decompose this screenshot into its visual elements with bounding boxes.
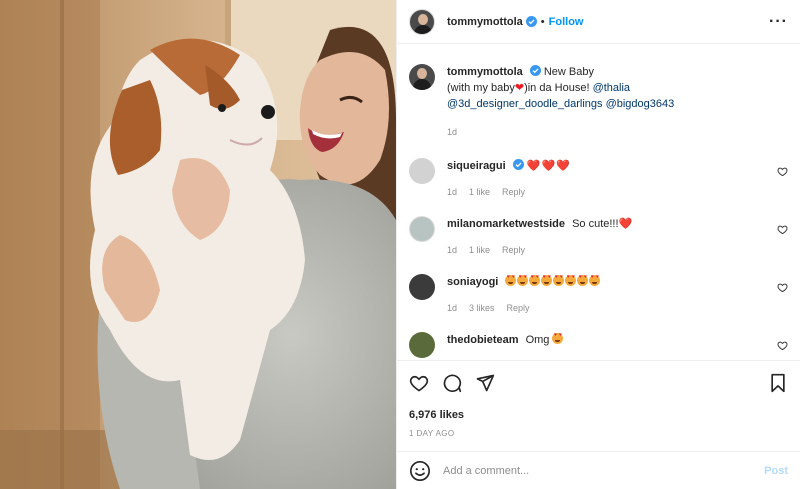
- heart-emoji-icon: ❤️: [618, 217, 634, 230]
- add-comment-bar: Post: [397, 451, 800, 489]
- emoji-picker-icon[interactable]: [409, 460, 431, 482]
- caption: tommymottola New Baby (with my baby❤)in …: [409, 64, 788, 140]
- comment-username[interactable]: siqueiragui: [447, 160, 506, 172]
- reply-button[interactable]: Reply: [502, 184, 525, 200]
- heart-eyes-emoji-icon: [541, 275, 553, 286]
- comment-item: siqueiragui ❤️❤️❤️ 1d 1 like Reply: [409, 158, 788, 200]
- like-comment-heart-icon[interactable]: [777, 224, 788, 235]
- like-comment-heart-icon[interactable]: [777, 340, 788, 351]
- comment-age[interactable]: 1d: [447, 300, 457, 316]
- comments-list[interactable]: tommymottola New Baby (with my baby❤)in …: [397, 44, 800, 360]
- comment-body: thedobieteam Omg: [447, 332, 564, 358]
- comment-age[interactable]: 1d: [447, 184, 457, 200]
- comment-likes[interactable]: 1 like: [469, 242, 490, 258]
- comment-icon[interactable]: [442, 373, 462, 393]
- caption-text-2: (with my baby: [447, 82, 515, 94]
- author-info: tommymottola • Follow: [447, 16, 583, 28]
- comment-likes[interactable]: 1 like: [469, 184, 490, 200]
- heart-eyes-emoji-icon: [517, 275, 529, 286]
- commenter-avatar[interactable]: [409, 216, 435, 242]
- commenter-avatar[interactable]: [409, 332, 435, 358]
- comment-username[interactable]: milanomarketwestside: [447, 218, 565, 230]
- heart-eyes-emoji-icon: [505, 275, 517, 286]
- comment-meta: 1d 1 like Reply: [447, 184, 571, 200]
- comment-likes[interactable]: 3 likes: [469, 300, 495, 316]
- header-separator: •: [540, 15, 545, 28]
- likes-count[interactable]: 6,976 likes: [409, 409, 788, 421]
- comment-meta: 1d 1 like Reply: [447, 242, 633, 258]
- caption-body: tommymottola New Baby (with my baby❤)in …: [447, 64, 674, 140]
- post-header: tommymottola • Follow ···: [397, 0, 800, 44]
- comment-age[interactable]: 1d: [447, 242, 457, 258]
- comment-item: thedobieteam Omg: [409, 332, 788, 358]
- caption-avatar[interactable]: [409, 64, 435, 90]
- commenter-avatar[interactable]: [409, 158, 435, 184]
- post-comment-button[interactable]: Post: [764, 465, 788, 477]
- heart-eyes-emoji-icon: [577, 275, 589, 286]
- commenter-avatar[interactable]: [409, 274, 435, 300]
- comment-input[interactable]: [443, 464, 765, 477]
- follow-button[interactable]: Follow: [549, 16, 584, 28]
- caption-text-1: New Baby: [543, 66, 594, 78]
- heart-eyes-emoji-icon: [589, 275, 601, 286]
- comment-body: siqueiragui ❤️❤️❤️ 1d 1 like Reply: [447, 158, 571, 200]
- heart-eyes-emoji-icon: [565, 275, 577, 286]
- comment-text: So cute!!!: [572, 218, 619, 230]
- mention-link[interactable]: @3d_designer_doodle_darlings: [447, 98, 603, 110]
- comment-body: soniayogi 1d 3 likes Reply: [447, 274, 601, 316]
- heart-icon[interactable]: [409, 373, 429, 393]
- verified-badge-icon: [525, 16, 537, 27]
- more-options-icon[interactable]: ···: [769, 13, 788, 29]
- comment-item: soniayogi 1d 3 likes Reply: [409, 274, 788, 316]
- comment-text: Omg: [525, 334, 550, 346]
- comment-text: ❤️❤️❤️: [526, 159, 571, 172]
- comment-item: milanomarketwestside So cute!!!❤️ 1d 1 l…: [409, 216, 788, 258]
- post-photo-illustration: [0, 0, 396, 489]
- reply-button[interactable]: Reply: [502, 242, 525, 258]
- bookmark-icon[interactable]: [768, 373, 788, 393]
- heart-eyes-emoji-icon: [529, 275, 541, 286]
- post-actions: 6,976 likes 1 DAY AGO: [397, 360, 800, 438]
- author-username[interactable]: tommymottola: [447, 16, 523, 28]
- caption-meta: 1d: [447, 124, 674, 140]
- verified-badge-icon: [529, 65, 541, 76]
- caption-username[interactable]: tommymottola: [447, 66, 523, 78]
- comment-body: milanomarketwestside So cute!!!❤️ 1d 1 l…: [447, 216, 633, 258]
- author-avatar[interactable]: [409, 8, 435, 35]
- post-image[interactable]: [0, 0, 396, 489]
- like-comment-heart-icon[interactable]: [777, 166, 788, 177]
- share-icon[interactable]: [475, 373, 495, 393]
- verified-badge-icon: [512, 159, 524, 170]
- comment-username[interactable]: thedobieteam: [447, 334, 519, 346]
- heart-eyes-emojis: [505, 275, 601, 288]
- caption-age[interactable]: 1d: [447, 124, 457, 140]
- heart-eyes-emoji-icon: [552, 333, 564, 344]
- mention-link[interactable]: @bigdog3643: [606, 98, 675, 110]
- like-comment-heart-icon[interactable]: [777, 282, 788, 293]
- post-timestamp[interactable]: 1 DAY AGO: [409, 429, 788, 438]
- heart-emoji-icon: ❤: [514, 82, 525, 94]
- caption-text-3: )in da House!: [524, 82, 590, 94]
- mention-link[interactable]: @thalia: [593, 82, 630, 94]
- post-detail-panel: tommymottola • Follow ··· tommymottola N…: [396, 0, 800, 489]
- reply-button[interactable]: Reply: [507, 300, 530, 316]
- heart-eyes-emoji-icon: [553, 275, 565, 286]
- comment-username[interactable]: soniayogi: [447, 276, 498, 288]
- comment-meta: 1d 3 likes Reply: [447, 300, 601, 316]
- action-icons: [409, 371, 788, 395]
